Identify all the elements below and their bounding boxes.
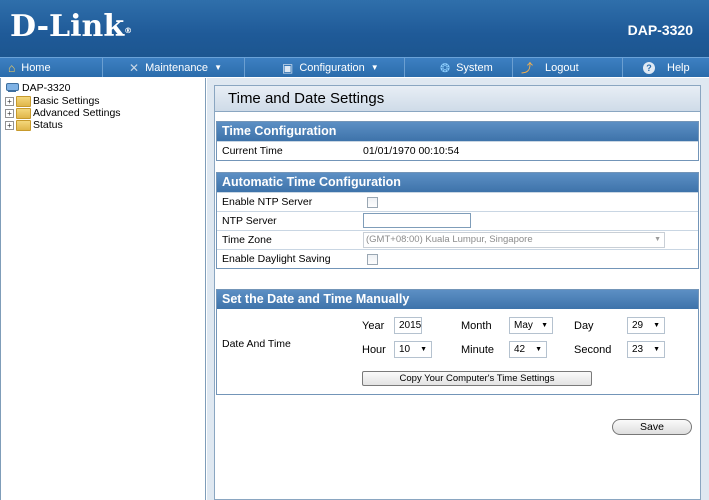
menu-label: Configuration	[299, 61, 365, 74]
manual-body: Date And Time Year 2015 Month May ▼ Day …	[217, 309, 698, 394]
menu-label: Help	[667, 61, 690, 74]
ntp-server-row: NTP Server	[217, 211, 698, 230]
month-value: May	[514, 320, 533, 331]
tree-item-status[interactable]: + Status	[5, 119, 63, 131]
device-icon	[5, 82, 19, 94]
menu-configuration[interactable]: ▣ Configuration ▼	[245, 58, 405, 77]
enable-ntp-label: Enable NTP Server	[222, 196, 313, 208]
current-time-label: Current Time	[222, 145, 283, 157]
minute-label: Minute	[461, 344, 495, 356]
tree-item-label: Basic Settings	[33, 95, 100, 107]
tree-root[interactable]: DAP-3320	[5, 82, 70, 94]
time-zone-select[interactable]: (GMT+08:00) Kuala Lumpur, Singapore ▼	[363, 232, 665, 248]
ntp-server-input[interactable]	[363, 213, 471, 228]
tree-root-label: DAP-3320	[22, 82, 71, 94]
header-banner: D-Link® DAP-3320	[0, 0, 709, 57]
expand-icon[interactable]: +	[5, 108, 14, 118]
chevron-down-icon: ▼	[420, 346, 427, 353]
time-zone-value: (GMT+08:00) Kuala Lumpur, Singapore	[366, 234, 533, 245]
system-icon: ❂	[440, 60, 451, 75]
folder-icon	[16, 119, 31, 131]
page-title-bar: Time and Date Settings	[215, 86, 700, 112]
date-time-label: Date And Time	[222, 338, 291, 350]
current-time-row: Current Time 01/01/1970 00:10:54	[217, 141, 698, 160]
day-select[interactable]: 29 ▼	[627, 317, 665, 334]
expand-icon[interactable]: +	[5, 96, 14, 106]
section-heading: Time Configuration	[217, 122, 698, 141]
second-label: Second	[574, 344, 612, 356]
menu-label: Logout	[545, 61, 579, 74]
year-input[interactable]: 2015	[394, 317, 422, 334]
day-value: 29	[632, 320, 644, 331]
chevron-down-icon: ▼	[654, 236, 661, 243]
main-content: Time and Date Settings Time Configuratio…	[207, 78, 709, 500]
time-zone-row: Time Zone (GMT+08:00) Kuala Lumpur, Sing…	[217, 230, 698, 249]
page-title: Time and Date Settings	[228, 90, 385, 107]
chevron-down-icon: ▼	[653, 322, 660, 329]
enable-ntp-row: Enable NTP Server	[217, 192, 698, 211]
chevron-down-icon: ▼	[653, 346, 660, 353]
hour-value: 10	[399, 344, 411, 355]
save-button[interactable]: Save	[612, 419, 692, 435]
model-name: DAP-3320	[627, 22, 693, 38]
current-time-value: 01/01/1970 00:10:54	[363, 145, 460, 157]
time-zone-label: Time Zone	[222, 234, 272, 246]
chevron-down-icon: ▼	[535, 346, 542, 353]
dlink-logo: D-Link®	[10, 9, 133, 44]
floppy-icon: ▣	[282, 60, 294, 75]
menu-system[interactable]: ❂ System	[405, 58, 513, 77]
enable-ntp-checkbox[interactable]	[367, 197, 378, 208]
settings-panel: Time and Date Settings Time Configuratio…	[214, 85, 701, 500]
section-heading: Set the Date and Time Manually	[217, 290, 698, 309]
second-select[interactable]: 23 ▼	[627, 341, 665, 358]
tree-item-advanced-settings[interactable]: + Advanced Settings	[5, 107, 121, 119]
daylight-saving-label: Enable Daylight Saving	[222, 253, 331, 265]
month-label: Month	[461, 320, 492, 332]
time-configuration-section: Time Configuration Current Time 01/01/19…	[216, 121, 699, 161]
tree-item-label: Advanced Settings	[33, 107, 121, 119]
menu-home[interactable]: ⌂ Home	[0, 58, 103, 77]
navigation-tree: DAP-3320 + Basic Settings + Advanced Set…	[0, 78, 206, 500]
automatic-time-section: Automatic Time Configuration Enable NTP …	[216, 172, 699, 269]
expand-icon[interactable]: +	[5, 120, 14, 130]
menu-label: System	[456, 61, 493, 74]
folder-icon	[16, 95, 31, 107]
menu-bar: ⌂ Home ✕ Maintenance ▼ ▣ Configuration ▼…	[0, 57, 709, 77]
chevron-down-icon: ▼	[214, 63, 222, 72]
folder-icon	[16, 107, 31, 119]
help-icon: ?	[643, 61, 655, 74]
year-label: Year	[362, 320, 385, 332]
section-heading: Automatic Time Configuration	[217, 173, 698, 192]
hour-label: Hour	[362, 344, 386, 356]
home-icon: ⌂	[8, 60, 16, 75]
daylight-saving-row: Enable Daylight Saving	[217, 249, 698, 268]
day-label: Day	[574, 320, 594, 332]
menu-maintenance[interactable]: ✕ Maintenance ▼	[103, 58, 245, 77]
minute-select[interactable]: 42 ▼	[509, 341, 547, 358]
tree-item-basic-settings[interactable]: + Basic Settings	[5, 95, 100, 107]
daylight-saving-checkbox[interactable]	[367, 254, 378, 265]
tree-item-label: Status	[33, 119, 63, 131]
menu-help[interactable]: ? Help	[623, 58, 709, 77]
chevron-down-icon: ▼	[541, 322, 548, 329]
chevron-down-icon: ▼	[370, 63, 379, 72]
second-value: 23	[632, 344, 644, 355]
hour-select[interactable]: 10 ▼	[394, 341, 432, 358]
menu-logout[interactable]: ⤴ Logout	[513, 58, 623, 77]
wrench-icon: ✕	[129, 60, 140, 75]
menu-label: Home	[21, 61, 51, 74]
manual-date-time-section: Set the Date and Time Manually Date And …	[216, 289, 699, 395]
copy-computer-time-button[interactable]: Copy Your Computer's Time Settings	[362, 371, 592, 386]
minute-value: 42	[514, 344, 526, 355]
menu-label: Maintenance	[145, 61, 209, 74]
month-select[interactable]: May ▼	[509, 317, 553, 334]
ntp-server-label: NTP Server	[222, 215, 277, 227]
logout-icon: ⤴	[521, 60, 534, 75]
